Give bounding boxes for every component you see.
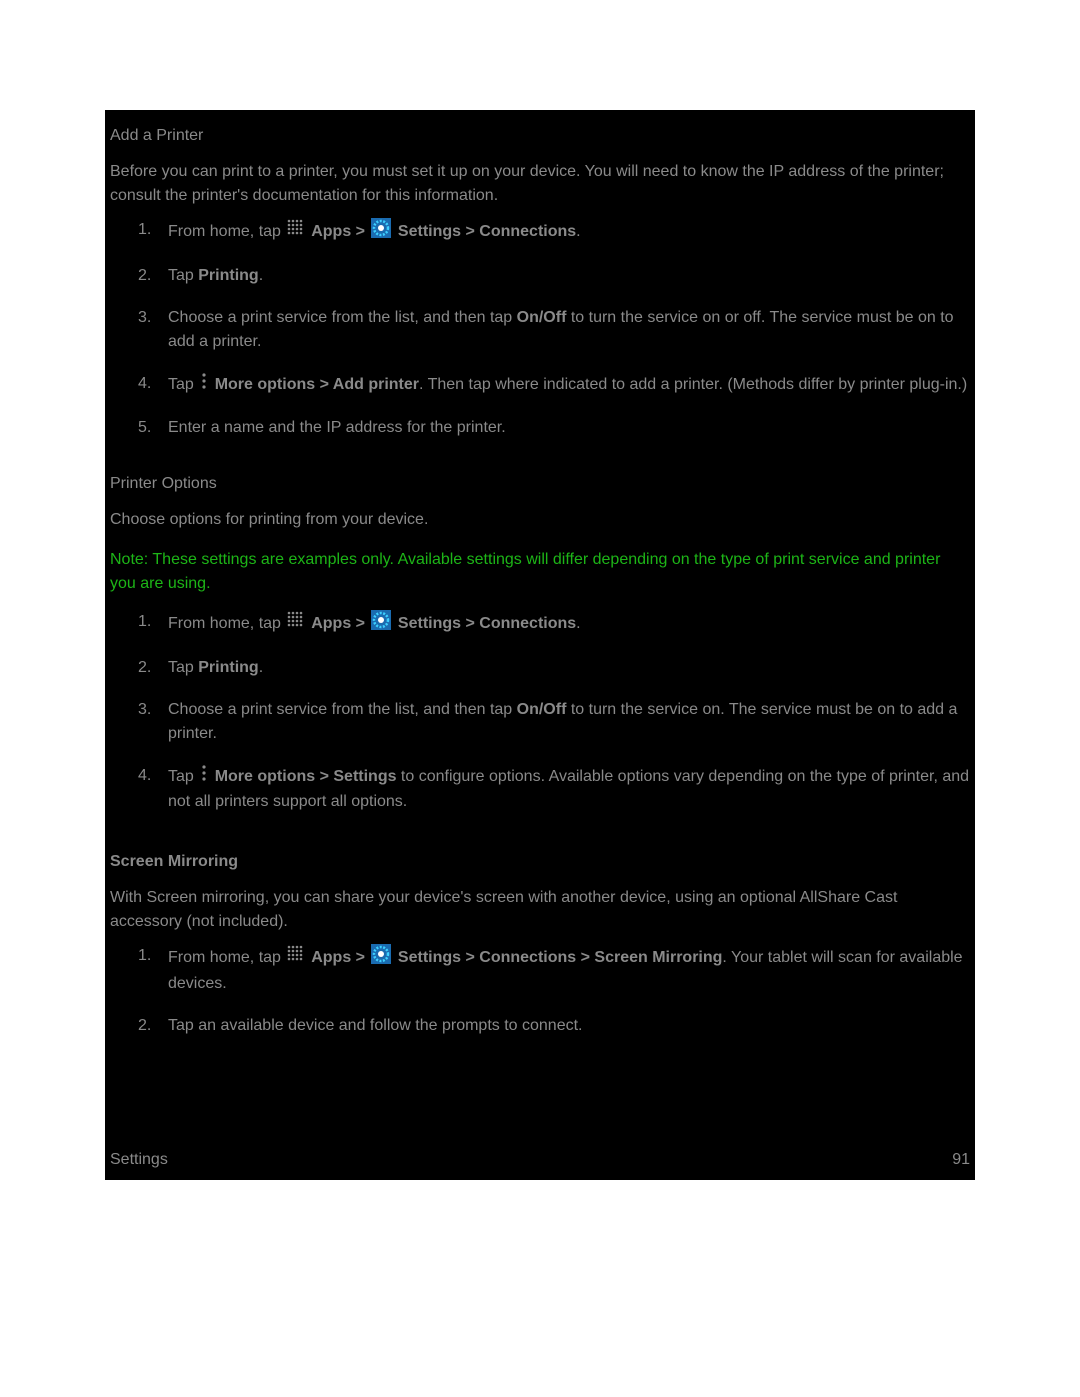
onoff-label: On/Off (517, 309, 567, 326)
apps-grid-icon (287, 611, 305, 637)
step-item: From home, tap Apps > Settings > Connect… (110, 218, 970, 264)
settings-path: Settings > Connections (393, 223, 576, 240)
step-item: From home, tap Apps > Settings > Connect… (110, 610, 970, 656)
step-text: Tap (168, 267, 198, 284)
step-text: . Then tap where indicated to add a prin… (419, 376, 967, 393)
step-item: Tap an available device and follow the p… (110, 1014, 970, 1056)
onoff-label: On/Off (517, 701, 567, 718)
step-item: Enter a name and the IP address for the … (110, 416, 970, 458)
note-label: Note (110, 551, 144, 568)
settings-gear-icon (371, 610, 391, 638)
settings-gear-icon (371, 218, 391, 246)
more-options-settings-label: More options > Settings (210, 768, 396, 785)
step-item: Tap More options > Settings to configure… (110, 764, 970, 832)
step-item: Choose a print service from the list, an… (110, 306, 970, 372)
note-block: Note: These settings are examples only. … (105, 542, 975, 610)
document-page: Add a Printer Before you can print to a … (0, 0, 1080, 1397)
step-text: From home, tap (168, 223, 285, 240)
section-heading-printer-options: Printer Options (105, 458, 975, 504)
step-item: Tap More options > Add printer. Then tap… (110, 372, 970, 416)
settings-path: Settings > Connections > Screen Mirrorin… (393, 949, 722, 966)
settings-path: Settings > Connections (393, 615, 576, 632)
step-suffix: . (576, 223, 580, 240)
intro-text: Before you can print to a printer, you m… (105, 156, 975, 218)
step-text: Choose a print service from the list, an… (168, 309, 517, 326)
step-text: Tap (168, 376, 198, 393)
intro-text: Choose options for printing from your de… (105, 504, 975, 542)
step-item: Tap Printing. (110, 656, 970, 698)
intro-text: With Screen mirroring, you can share you… (105, 882, 975, 944)
printing-label: Printing (198, 659, 258, 676)
step-suffix: . (259, 267, 263, 284)
apps-label: Apps > (307, 223, 369, 240)
step-item: Choose a print service from the list, an… (110, 698, 970, 764)
apps-label: Apps > (307, 615, 369, 632)
section-heading-add-printer: Add a Printer (105, 110, 975, 156)
page-number: 91 (952, 1148, 970, 1172)
step-item: Tap Printing. (110, 264, 970, 306)
step-item: From home, tap Apps > Settings > Connect… (110, 944, 970, 1014)
steps-list-1: From home, tap Apps > Settings > Connect… (105, 218, 975, 458)
page-footer: Settings 91 (110, 1148, 970, 1172)
steps-list-2: From home, tap Apps > Settings > Connect… (105, 610, 975, 832)
step-text: Enter a name and the IP address for the … (168, 419, 506, 436)
section-heading-screen-mirroring: Screen Mirroring (105, 832, 975, 882)
steps-list-3: From home, tap Apps > Settings > Connect… (105, 944, 975, 1056)
footer-section-name: Settings (110, 1148, 168, 1172)
apps-grid-icon (287, 219, 305, 245)
step-text: From home, tap (168, 949, 285, 966)
printing-label: Printing (198, 267, 258, 284)
step-text: Choose a print service from the list, an… (168, 701, 517, 718)
note-text: : These settings are examples only. Avai… (110, 551, 940, 592)
apps-label: Apps > (307, 949, 369, 966)
step-suffix: . (259, 659, 263, 676)
more-options-icon (200, 764, 208, 790)
settings-gear-icon (371, 944, 391, 972)
step-text: Tap (168, 659, 198, 676)
more-options-label: More options > Add printer (210, 376, 419, 393)
content-area: Add a Printer Before you can print to a … (105, 110, 975, 1180)
step-text: Tap (168, 768, 198, 785)
step-text: From home, tap (168, 615, 285, 632)
more-options-icon (200, 372, 208, 398)
step-suffix: . (576, 615, 580, 632)
step-text: Tap an available device and follow the p… (168, 1017, 582, 1034)
apps-grid-icon (287, 945, 305, 971)
